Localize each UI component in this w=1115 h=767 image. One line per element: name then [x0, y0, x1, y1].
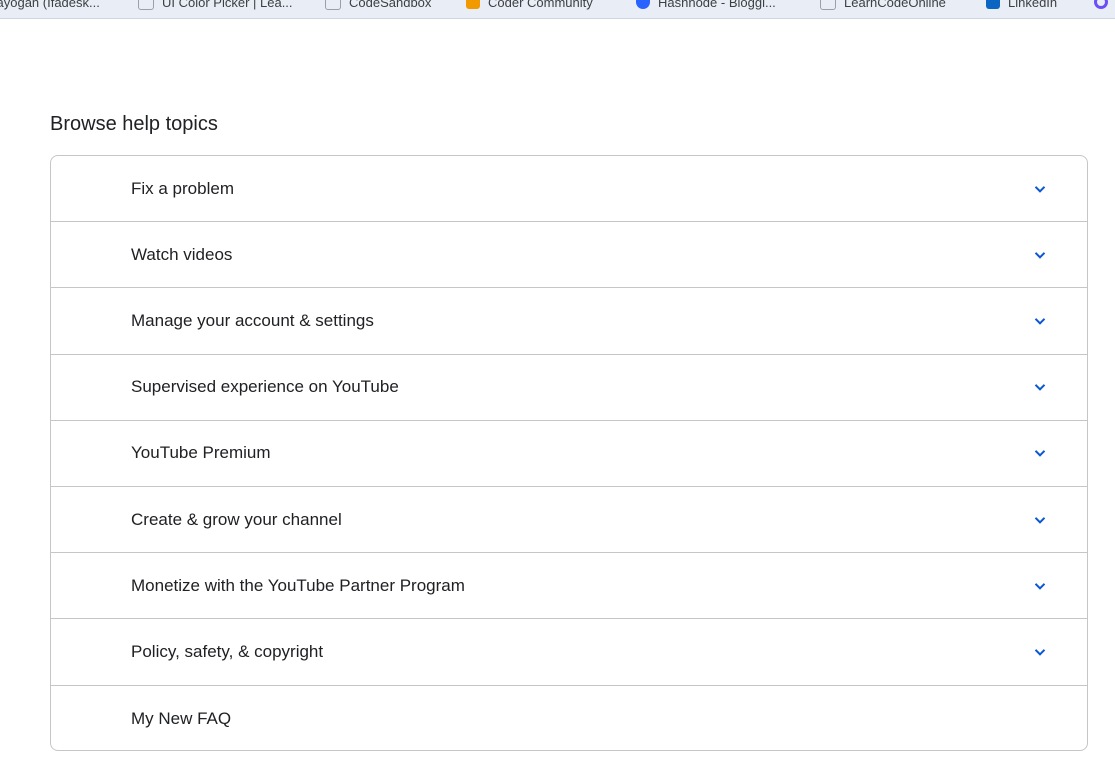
bookmark-item[interactable]: LinkedIn	[986, 0, 1057, 11]
bookmark-label: Hashnode - Bloggi...	[658, 0, 776, 10]
help-topic-label: Fix a problem	[131, 178, 234, 198]
chevron-down-icon	[1033, 579, 1047, 593]
help-topic-label: Create & grow your channel	[131, 509, 342, 529]
chevron-down-icon	[1033, 446, 1047, 460]
help-topic-watch-videos[interactable]: Watch videos	[51, 222, 1087, 289]
bookmark-favicon-icon	[636, 0, 650, 9]
bookmark-favicon-icon	[1094, 0, 1108, 9]
chevron-down-icon	[1033, 380, 1047, 394]
chevron-down-icon	[1033, 513, 1047, 527]
bookmark-favicon-icon	[466, 0, 480, 9]
bookmark-item[interactable]: CodeSandbox	[325, 0, 431, 11]
help-topic-youtube-premium[interactable]: YouTube Premium	[51, 421, 1087, 487]
help-topic-label: YouTube Premium	[131, 443, 271, 463]
page-title: Browse help topics	[50, 113, 218, 135]
bookmark-label: LearnCodeOnline	[844, 0, 946, 10]
bookmarks-bar: Jayogan (Ifadesk... UI Color Picker | Le…	[0, 0, 1115, 19]
bookmark-favicon-icon	[325, 0, 341, 10]
chevron-down-icon	[1033, 314, 1047, 328]
bookmark-favicon-icon	[820, 0, 836, 10]
bookmark-label: CodeSandbox	[349, 0, 432, 10]
help-topics-list: Fix a problem Watch videos Manage your a…	[50, 155, 1088, 751]
bookmark-label: Jayogan (Ifadesk...	[0, 0, 100, 10]
help-topic-fix-a-problem[interactable]: Fix a problem	[51, 156, 1087, 223]
help-topic-create-grow-channel[interactable]: Create & grow your channel	[51, 487, 1087, 554]
bookmark-item[interactable]: Jayogan (Ifadesk...	[0, 0, 100, 11]
chevron-down-icon	[1033, 182, 1047, 196]
bookmark-label: UI Color Picker | Lea...	[162, 0, 293, 10]
help-topic-policy-safety-copyright[interactable]: Policy, safety, & copyright	[51, 619, 1087, 686]
bookmark-item[interactable]: UI Color Picker | Lea...	[138, 0, 293, 11]
help-topic-label: My New FAQ	[131, 708, 232, 728]
bookmark-favicon-icon	[138, 0, 154, 10]
help-topic-label: Watch videos	[131, 244, 233, 264]
linkedin-icon	[986, 0, 1000, 9]
bookmark-label: LinkedIn	[1008, 0, 1058, 10]
help-topic-monetize[interactable]: Monetize with the YouTube Partner Progra…	[51, 553, 1087, 620]
bookmark-item[interactable]: Hashnode - Bloggi...	[636, 0, 776, 11]
help-topic-label: Supervised experience on YouTube	[131, 377, 399, 397]
bookmark-item[interactable]	[1094, 0, 1115, 11]
chevron-down-icon	[1033, 248, 1047, 262]
bookmark-item[interactable]: Coder Community	[466, 0, 593, 11]
chevron-down-icon	[1033, 645, 1047, 659]
help-topic-label: Manage your account & settings	[131, 310, 374, 330]
help-topic-manage-account[interactable]: Manage your account & settings	[51, 288, 1087, 355]
help-topic-label: Monetize with the YouTube Partner Progra…	[131, 575, 465, 595]
bookmark-label: Coder Community	[488, 0, 593, 10]
help-topic-my-new-faq[interactable]: My New FAQ	[51, 686, 1087, 751]
bookmark-item[interactable]: LearnCodeOnline	[820, 0, 946, 11]
help-topic-label: Policy, safety, & copyright	[131, 641, 324, 661]
help-topic-supervised-experience[interactable]: Supervised experience on YouTube	[51, 355, 1087, 421]
